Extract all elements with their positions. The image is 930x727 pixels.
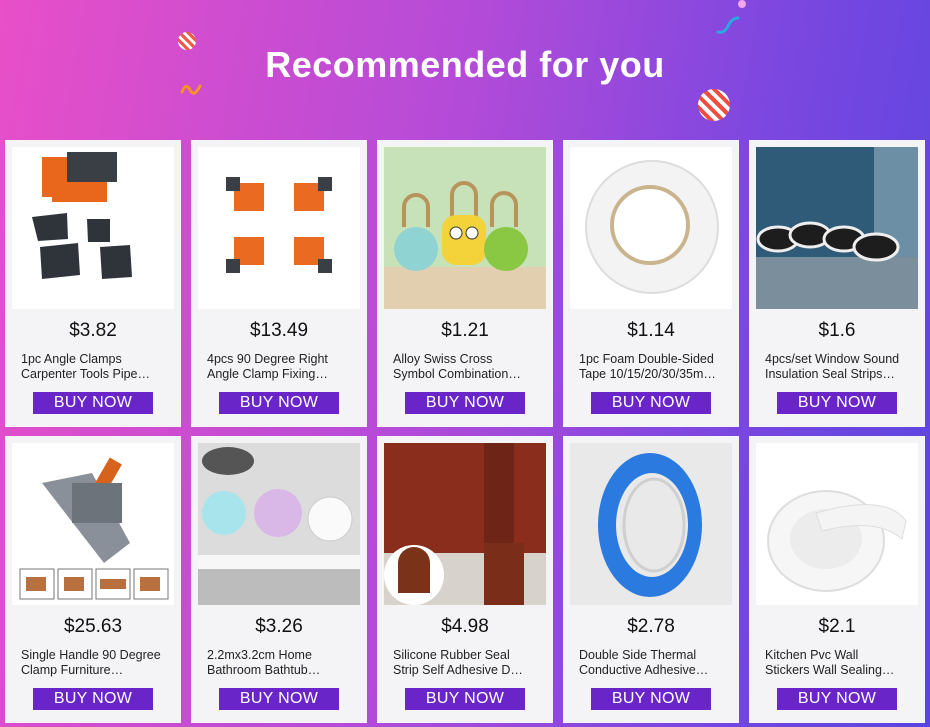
product-name-line: Clamp Furniture… <box>21 663 124 677</box>
product-price: $13.49 <box>249 320 309 341</box>
buy-now-button[interactable]: BUY NOW <box>219 392 339 414</box>
confetti-dot-icon <box>738 0 746 8</box>
confetti-streamer-icon <box>716 16 740 34</box>
window-seal-strips-image <box>756 147 918 309</box>
product-price: $1.6 <box>818 320 856 341</box>
product-price: $1.21 <box>441 320 489 341</box>
product-name[interactable]: 2.2mx3.2cm Home Bathroom Bathtub… <box>207 648 353 678</box>
product-name-line: Tape 10/15/20/30/35m… <box>579 367 716 381</box>
product-name-line: Stickers Wall Sealing… <box>765 663 895 677</box>
product-price: $3.82 <box>69 320 117 341</box>
product-image[interactable] <box>384 443 546 605</box>
product-name[interactable]: 4pcs/set Window Sound Insulation Seal St… <box>765 352 911 382</box>
product-name-line: Kitchen Pvc Wall <box>765 648 859 662</box>
striped-ball-icon <box>698 89 730 121</box>
product-card[interactable]: $3.26 2.2mx3.2cm Home Bathroom Bathtub… … <box>191 436 367 723</box>
product-image[interactable] <box>570 147 732 309</box>
buy-now-button[interactable]: BUY NOW <box>591 688 711 710</box>
buy-now-button[interactable]: BUY NOW <box>591 392 711 414</box>
page-title: Recommended for you <box>265 44 665 85</box>
product-card[interactable]: $1.6 4pcs/set Window Sound Insulation Se… <box>749 140 925 427</box>
product-name-line: Single Handle 90 Degree <box>21 648 161 662</box>
product-image[interactable] <box>384 147 546 309</box>
product-card[interactable]: $2.1 Kitchen Pvc Wall Stickers Wall Seal… <box>749 436 925 723</box>
product-card[interactable]: $25.63 Single Handle 90 Degree Clamp Fur… <box>5 436 181 723</box>
product-name-line: Carpenter Tools Pipe… <box>21 367 151 381</box>
product-price: $2.78 <box>627 616 675 637</box>
banner: Recommended for you <box>0 0 930 140</box>
product-card[interactable]: $4.98 Silicone Rubber Seal Strip Self Ad… <box>377 436 553 723</box>
product-name-line: Double Side Thermal <box>579 648 697 662</box>
product-name[interactable]: Kitchen Pvc Wall Stickers Wall Sealing… <box>765 648 911 678</box>
product-card[interactable]: $3.82 1pc Angle Clamps Carpenter Tools P… <box>5 140 181 427</box>
product-name-line: Insulation Seal Strips… <box>765 367 895 381</box>
product-card[interactable]: $2.78 Double Side Thermal Conductive Adh… <box>563 436 739 723</box>
buy-now-button[interactable]: BUY NOW <box>777 688 897 710</box>
buy-now-button[interactable]: BUY NOW <box>777 392 897 414</box>
product-card[interactable]: $1.21 Alloy Swiss Cross Symbol Combinati… <box>377 140 553 427</box>
product-name[interactable]: Alloy Swiss Cross Symbol Combination… <box>393 352 539 382</box>
product-card[interactable]: $1.14 1pc Foam Double-Sided Tape 10/15/2… <box>563 140 739 427</box>
door-seal-strip-image <box>384 443 546 605</box>
product-image[interactable] <box>198 443 360 605</box>
product-name-line: 1pc Foam Double-Sided <box>579 352 714 366</box>
product-image[interactable] <box>198 147 360 309</box>
product-name-line: Strip Self Adhesive D… <box>393 663 523 677</box>
product-name-line: 1pc Angle Clamps <box>21 352 122 366</box>
product-name-line: Conductive Adhesive… <box>579 663 709 677</box>
product-card[interactable]: $13.49 4pcs 90 Degree Right Angle Clamp … <box>191 140 367 427</box>
product-price: $4.98 <box>441 616 489 637</box>
product-name-line: 4pcs/set Window Sound <box>765 352 900 366</box>
buy-now-button[interactable]: BUY NOW <box>33 688 153 710</box>
pvc-wall-sticker-roll-image <box>767 490 907 592</box>
single-handle-clamp-image <box>19 457 169 600</box>
product-image[interactable] <box>570 443 732 605</box>
thermal-tape-image <box>570 443 732 605</box>
product-image[interactable] <box>12 443 174 605</box>
buy-now-button[interactable]: BUY NOW <box>219 688 339 710</box>
product-name-line: 4pcs 90 Degree Right <box>207 352 328 366</box>
foam-tape-roll-image <box>585 160 719 294</box>
product-price: $1.14 <box>627 320 675 341</box>
product-price: $3.26 <box>255 616 303 637</box>
product-name[interactable]: 4pcs 90 Degree Right Angle Clamp Fixing… <box>207 352 353 382</box>
product-name[interactable]: Single Handle 90 Degree Clamp Furniture… <box>21 648 167 678</box>
product-name-line: Alloy Swiss Cross <box>393 352 493 366</box>
product-name[interactable]: Silicone Rubber Seal Strip Self Adhesive… <box>393 648 539 678</box>
product-name-line: Angle Clamp Fixing… <box>207 367 328 381</box>
product-image[interactable] <box>12 147 174 309</box>
buy-now-button[interactable]: BUY NOW <box>33 392 153 414</box>
product-price: $2.1 <box>818 616 856 637</box>
angle-clamp-set-image <box>226 177 332 273</box>
product-price: $25.63 <box>63 616 123 637</box>
product-name[interactable]: Double Side Thermal Conductive Adhesive… <box>579 648 725 678</box>
product-name[interactable]: 1pc Angle Clamps Carpenter Tools Pipe… <box>21 352 167 382</box>
buy-now-button[interactable]: BUY NOW <box>405 688 525 710</box>
product-name-line: Symbol Combination… <box>393 367 521 381</box>
product-name-line: Silicone Rubber Seal <box>393 648 510 662</box>
product-name-line: 2.2mx3.2cm Home <box>207 648 312 662</box>
buy-now-button[interactable]: BUY NOW <box>405 392 525 414</box>
product-image[interactable] <box>756 443 918 605</box>
bathtub-tape-image <box>198 443 360 605</box>
angle-clamp-image <box>32 152 132 279</box>
product-name[interactable]: 1pc Foam Double-Sided Tape 10/15/20/30/3… <box>579 352 725 382</box>
product-name-line: Bathroom Bathtub… <box>207 663 321 677</box>
padlock-figures-image <box>384 147 546 309</box>
product-image[interactable] <box>756 147 918 309</box>
